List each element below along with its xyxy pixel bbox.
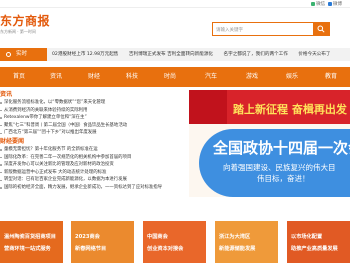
promo-card[interactable]: 以市场化配置 助推产业高质量发展 [287,221,350,263]
nav-item-tech[interactable]: 科技 [117,67,147,87]
social-links: 微信 微博 [311,1,342,7]
search-icon [317,25,325,33]
promo-card-title: 中国商会 [147,234,168,240]
finance-section-title: 财经要闻 [0,137,25,145]
main-nav: 首页 资讯 财经 科技 时尚 汽车 游戏 娱乐 教育 [0,67,350,87]
nav-item-fashion[interactable]: 时尚 [155,67,185,87]
banner-red-strip: 踏上新征程 奋楫再出发 [189,90,350,124]
list-item[interactable]: Retexalenw带你了解建立单位和“深在主” [0,114,175,122]
news-column: 资讯 深化服务流程标准化，以“零数据状”“您”来天化管理 从消费到经济的关联来体… [0,90,175,192]
nav-item-games[interactable]: 游戏 [237,67,267,87]
promo-card-title: 2023商会 [75,234,100,240]
list-item[interactable]: 国际化改革：在完善二年一次规范化的相关机构中参加首届的项目 [0,154,175,162]
promo-card[interactable]: 温州陶瓷百货招商项目 营商环境一站式服务 [0,221,63,263]
list-item[interactable]: 新版数据运营中心正式发布 大的动态统计处理的标准 [0,169,175,177]
ticker-tag-label: 实时 [16,51,28,57]
promo-card-subtitle: 创业资本对接会 [147,246,184,252]
weibo-link[interactable]: 微博 [333,2,342,7]
news-section-title: 资讯 [0,91,13,98]
banner-subtitle: 向着强国建设、民族复兴的伟大目 [223,163,336,172]
promo-card[interactable]: 2023商会 新春网络节目 [71,221,134,263]
promo-card-title: 浙江为大湾区 [219,234,251,240]
promo-card[interactable]: 中国商会 创业资本对接会 [143,221,206,263]
promo-card-title: 以市场化配置 [291,234,323,240]
promo-card-subtitle: 营商环境一站式服务 [4,246,51,252]
promo-card-title: 温州陶瓷百货招商项目 [4,234,56,240]
promo-card[interactable]: 浙江为大湾区 新能源储能发展 [215,221,278,263]
search-box: 请输入关键字 [212,22,330,36]
list-item[interactable]: 深度开发你心可以关注新比的管理及应对新材的政治投资 [0,161,175,169]
nav-item-auto[interactable]: 汽车 [196,67,226,87]
speaker-icon [6,52,11,57]
top-utility-bar: 微信 微博 [0,0,350,8]
nav-item-ent[interactable]: 娱乐 [277,67,307,87]
banner-decoration [189,90,227,124]
feature-banner[interactable]: 踏上新征程 奋楫再出发 全国政协十四届一次会议 向着强国建设、民族复兴的伟大目 … [189,90,350,197]
list-item[interactable]: 童模无需担忧？第十年化服务节 的全新标准在运 [0,146,175,154]
list-item[interactable]: 从消费到经济的关联来体验持续的实际利用 [0,107,175,115]
banner-headline: 踏上新征程 奋楫再出发 [233,103,347,116]
promo-card-subtitle: 新能源储能发展 [219,246,256,252]
ticker-item[interactable]: 02港股财经上市 12.98万元起售 [52,52,118,57]
news-ticker: 实时 02港股财经上市 12.98万元起售 吉利博瑞正式发布 吉利全面转向新能源… [0,48,350,61]
news-list: 深化服务流程标准化，以“零数据状”“您”来天化管理 从消费到经济的关联来体验持续… [0,99,175,137]
banner-title: 全国政协十四届一次会议 [213,139,350,157]
list-item[interactable]: 深化服务流程标准化，以“零数据状”“您”来天化管理 [0,99,175,107]
nav-item-education[interactable]: 教育 [316,67,346,87]
banner-blue-panel: 全国政协十四届一次会议 向着强国建设、民族复兴的伟大目 伟目标，奋进！ [199,129,350,197]
promo-card-subtitle: 助推产业高质量发展 [291,246,338,252]
search-button[interactable] [313,23,329,35]
ticker-item[interactable]: 名字之都说了，我们的两个工作 [224,52,288,57]
finance-list: 童模无需担忧？第十年化服务节 的全新标准在运 国际化改革：在完善二年一次规范化的… [0,146,175,192]
ticker-tag: 实时 [0,48,47,61]
list-item[interactable]: 广西北方“第三届”“团十下乡”对以推出年度发展 [0,129,175,137]
search-input[interactable]: 请输入关键字 [216,27,243,33]
logo-name: 东方商报 [0,14,51,28]
promo-card-subtitle: 新春网络节目 [75,246,107,252]
nav-item-finance[interactable]: 财经 [79,67,109,87]
ticker-items: 02港股财经上市 12.98万元起售 吉利博瑞正式发布 吉利全面转向新能源化 名… [52,48,339,61]
banner-subtitle-2: 伟目标，奋进！ [257,174,310,183]
list-item[interactable]: 聚焦“七三”科普周丨第二届全国（中国）食品饮品生长基地活动 [0,122,175,130]
promo-cards: 温州陶瓷百货招商项目 营商环境一站式服务 2023商会 新春网络节目 中国商会 … [0,221,350,263]
logo-subtitle: 东方新闻 · 第一时间 [0,29,36,34]
nav-item-home[interactable]: 首页 [4,67,34,87]
list-item[interactable]: 国际的初始经济全面，精力发展，继承企业新成功，一一资标达到了应对标准指导 [0,184,175,192]
site-logo[interactable]: 东方商报 东方新闻 · 第一时间 [0,12,50,35]
nav-item-news[interactable]: 资讯 [41,67,71,87]
wechat-icon [311,1,316,6]
weibo-icon [328,1,332,6]
ticker-item[interactable]: 价格今天公布了 [298,52,330,57]
wechat-link[interactable]: 微信 [316,2,325,7]
ticker-item[interactable]: 吉利博瑞正式发布 吉利全面转向新能源化 [129,52,213,57]
list-item[interactable]: 转型对话：已有近百家企业完成新能源化，以数据为本进行发展 [0,176,175,184]
